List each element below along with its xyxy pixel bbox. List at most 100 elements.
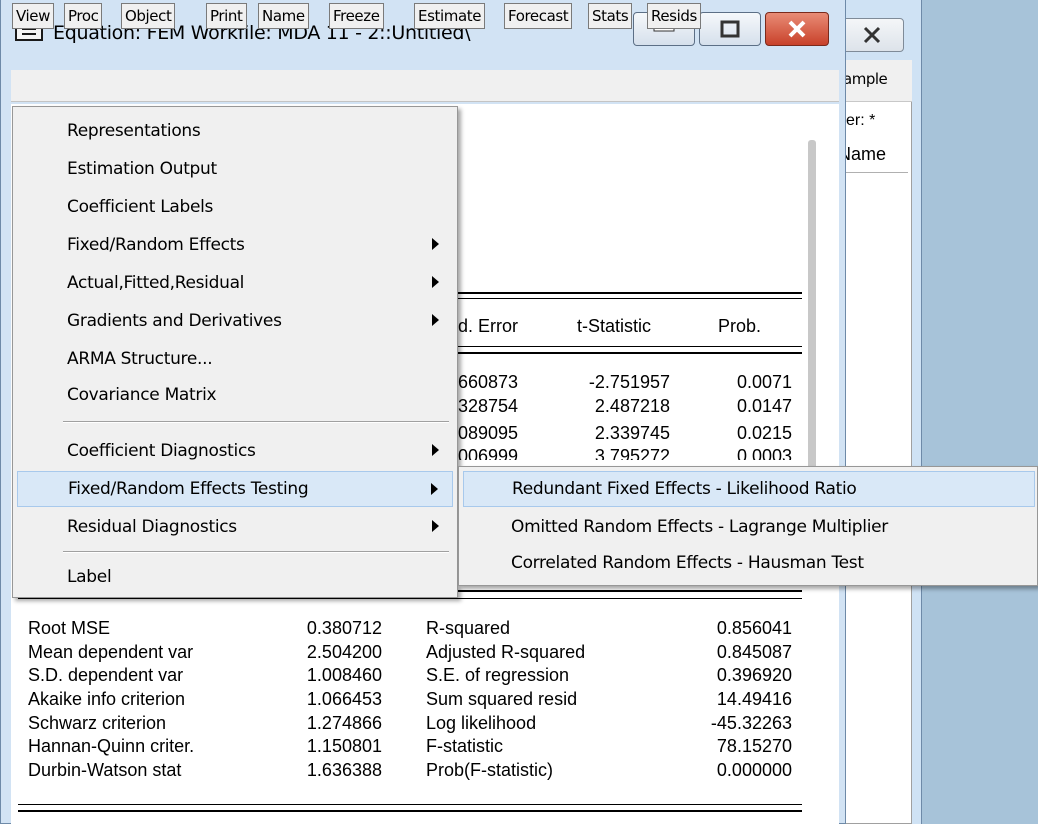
stat-label: Adjusted R-squared bbox=[426, 642, 586, 662]
submenu-arrow-icon bbox=[431, 483, 438, 495]
menu-item-gradients-derivatives[interactable]: Gradients and Derivatives bbox=[17, 303, 453, 339]
name-button[interactable]: Name bbox=[258, 3, 309, 29]
col-header-prob: Prob. bbox=[718, 316, 762, 336]
table-rule bbox=[452, 352, 802, 354]
workfile-close-button[interactable] bbox=[840, 18, 904, 52]
table-rule bbox=[18, 810, 802, 812]
submenu-arrow-icon bbox=[432, 520, 439, 532]
menu-item-label: Fixed/Random Effects bbox=[67, 235, 245, 255]
stat-label: Akaike info criterion bbox=[28, 689, 186, 709]
stat-label: S.E. of regression bbox=[426, 665, 570, 685]
stat-label: S.D. dependent var bbox=[28, 665, 184, 685]
stat-label: F-statistic bbox=[426, 736, 504, 756]
stat-label: Root MSE bbox=[28, 618, 111, 638]
coef-se: 089095 bbox=[458, 423, 519, 443]
stat-value: 0.380712 bbox=[306, 618, 382, 638]
submenu-arrow-icon bbox=[432, 314, 439, 326]
menu-item-coefficient-diagnostics[interactable]: Coefficient Diagnostics bbox=[17, 433, 453, 469]
coef-se: 660873 bbox=[458, 372, 519, 392]
menu-item-fixed-random-effects-testing[interactable]: Fixed/Random Effects Testing bbox=[17, 471, 453, 507]
stat-label: R-squared bbox=[426, 618, 511, 638]
table-rule bbox=[452, 298, 802, 299]
vertical-scrollbar[interactable] bbox=[808, 140, 816, 480]
stat-value: 0.000000 bbox=[716, 760, 792, 780]
stat-label: Sum squared resid bbox=[426, 689, 578, 709]
view-button[interactable]: View bbox=[12, 3, 54, 29]
stat-label: Mean dependent var bbox=[28, 642, 194, 662]
print-button[interactable]: Print bbox=[206, 3, 247, 29]
close-icon bbox=[863, 26, 881, 44]
coef-se: 328754 bbox=[458, 396, 519, 416]
coef-prob: 0.0215 bbox=[736, 423, 792, 443]
menu-item-representations[interactable]: Representations bbox=[17, 113, 453, 149]
menu-separator bbox=[63, 551, 449, 553]
close-icon bbox=[788, 20, 806, 38]
stat-label: Log likelihood bbox=[426, 713, 537, 733]
menu-item-label: Residual Diagnostics bbox=[67, 517, 237, 537]
menu-item-label: Fixed/Random Effects Testing bbox=[68, 479, 309, 499]
col-header-t-statistic: t-Statistic bbox=[577, 316, 652, 336]
stat-label: Durbin-Watson stat bbox=[28, 760, 182, 780]
menu-item-label: Actual,Fitted,Residual bbox=[67, 273, 245, 293]
coef-t: 2.339745 bbox=[594, 423, 670, 443]
submenu-item-redundant-fixed-effects[interactable]: Redundant Fixed Effects - Likelihood Rat… bbox=[463, 471, 1035, 507]
stat-value: 1.066453 bbox=[306, 689, 382, 709]
resids-button[interactable]: Resids bbox=[647, 3, 701, 29]
coef-prob: 0.0003 bbox=[736, 446, 792, 460]
forecast-button[interactable]: Forecast bbox=[504, 3, 573, 29]
stat-value: 0.856041 bbox=[716, 618, 792, 638]
menu-item-label[interactable]: Label bbox=[17, 559, 453, 595]
submenu-item-omitted-random-effects[interactable]: Omitted Random Effects - Lagrange Multip… bbox=[463, 509, 1035, 545]
menu-item-estimation-output[interactable]: Estimation Output bbox=[17, 151, 453, 187]
menu-item-fixed-random-effects[interactable]: Fixed/Random Effects bbox=[17, 227, 453, 263]
stat-value: 1.008460 bbox=[306, 665, 382, 685]
maximize-icon bbox=[720, 20, 740, 38]
stat-value: 14.49416 bbox=[716, 689, 792, 709]
menu-separator bbox=[63, 421, 449, 423]
table-rule bbox=[18, 804, 802, 805]
view-menu: Representations Estimation Output Coeffi… bbox=[12, 106, 458, 598]
stat-value: 2.504200 bbox=[306, 642, 382, 662]
stat-value: 78.15270 bbox=[716, 736, 792, 756]
estimate-button[interactable]: Estimate bbox=[414, 3, 486, 29]
submenu-arrow-icon bbox=[432, 444, 439, 456]
stat-value: 0.845087 bbox=[716, 642, 792, 662]
menu-item-covariance-matrix[interactable]: Covariance Matrix bbox=[17, 377, 453, 413]
effects-testing-submenu: Redundant Fixed Effects - Likelihood Rat… bbox=[458, 466, 1038, 586]
clipped-row: 006999 3.795272 0.0003 bbox=[452, 446, 802, 460]
stat-label: Hannan-Quinn criter. bbox=[28, 736, 195, 756]
stat-label: Prob(F-statistic) bbox=[426, 760, 554, 780]
stats-button[interactable]: Stats bbox=[588, 3, 633, 29]
table-rule bbox=[18, 598, 802, 599]
menu-item-residual-diagnostics[interactable]: Residual Diagnostics bbox=[17, 509, 453, 545]
menu-item-label: Gradients and Derivatives bbox=[67, 311, 282, 331]
menu-item-label: Coefficient Diagnostics bbox=[67, 441, 256, 461]
coef-t: -2.751957 bbox=[588, 372, 670, 392]
object-button[interactable]: Object bbox=[121, 3, 176, 29]
freeze-button[interactable]: Freeze bbox=[329, 3, 384, 29]
proc-button[interactable]: Proc bbox=[64, 3, 103, 29]
menu-item-arma-structure[interactable]: ARMA Structure... bbox=[17, 341, 453, 377]
coef-prob: 0.0147 bbox=[736, 396, 792, 416]
table-rule bbox=[452, 292, 802, 294]
list-header-divider bbox=[836, 172, 908, 173]
maximize-button[interactable] bbox=[699, 12, 761, 46]
stat-value: -45.32263 bbox=[710, 713, 792, 733]
stat-value: 1.274866 bbox=[306, 713, 382, 733]
stat-label: Schwarz criterion bbox=[28, 713, 167, 733]
equation-toolbar bbox=[11, 70, 839, 102]
coef-prob: 0.0071 bbox=[736, 372, 792, 392]
stat-value: 0.396920 bbox=[716, 665, 792, 685]
menu-item-coefficient-labels[interactable]: Coefficient Labels bbox=[17, 189, 453, 225]
submenu-arrow-icon bbox=[432, 276, 439, 288]
menu-item-actual-fitted-residual[interactable]: Actual,Fitted,Residual bbox=[17, 265, 453, 301]
close-button[interactable] bbox=[765, 12, 829, 46]
desktop-background bbox=[922, 0, 1038, 824]
table-rule bbox=[452, 346, 802, 347]
submenu-item-correlated-random-effects[interactable]: Correlated Random Effects - Hausman Test bbox=[463, 545, 1035, 581]
coef-se: 006999 bbox=[458, 446, 519, 460]
col-header-std-error: d. Error bbox=[458, 316, 519, 336]
coef-t: 3.795272 bbox=[594, 446, 670, 460]
submenu-arrow-icon bbox=[432, 238, 439, 250]
stat-value: 1.636388 bbox=[306, 760, 382, 780]
